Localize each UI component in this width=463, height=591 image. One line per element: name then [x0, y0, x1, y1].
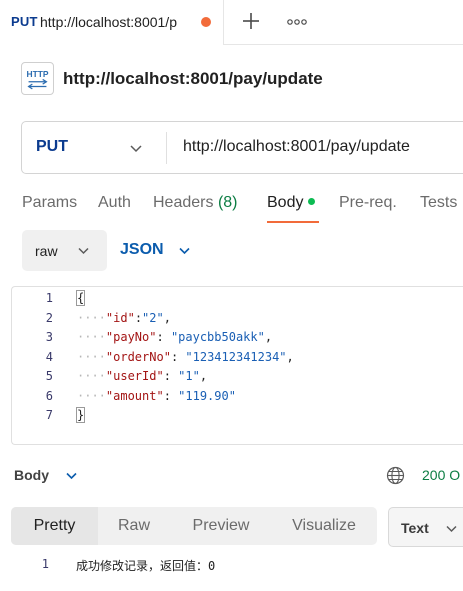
json-value: "2": [142, 311, 164, 325]
url-bar: PUT http://localhost:8001/pay/update: [21, 121, 463, 174]
json-key: "id": [105, 311, 135, 325]
json-value: "119.90": [178, 389, 236, 403]
headers-count: (8): [217, 194, 238, 211]
json-key: "amount": [105, 389, 164, 403]
line-number: 5: [45, 369, 53, 383]
line-number: 2: [45, 311, 53, 325]
json-key: "userId": [105, 369, 164, 383]
indent-guide: ····: [77, 369, 106, 383]
indent-guide: ····: [77, 389, 106, 403]
tab-prereq[interactable]: Pre-req.: [339, 194, 397, 212]
open-brace: {: [75, 290, 86, 306]
code-line: {: [75, 290, 86, 306]
response-title[interactable]: Body: [14, 467, 49, 483]
more-horizontal-icon[interactable]: [285, 15, 309, 29]
code-line: ····"id":"2",: [77, 311, 171, 325]
tab-method: PUT: [11, 14, 38, 29]
code-area[interactable]: { ····"id":"2", ····"payNo": "paycbb50ak…: [75, 287, 463, 444]
json-sep: :: [134, 311, 143, 325]
tab-raw[interactable]: Raw: [98, 507, 170, 545]
json-key: "orderNo": [105, 350, 171, 364]
request-title[interactable]: http://localhost:8001/pay/update: [63, 69, 323, 89]
divider: [166, 132, 167, 164]
status-code[interactable]: 200 O: [422, 467, 460, 483]
language-label: JSON: [120, 241, 164, 258]
body-mode-label: raw: [35, 243, 58, 259]
json-key: "payNo": [105, 330, 157, 344]
code-line: }: [75, 407, 86, 423]
tab-url: http://localhost:8001/p: [40, 14, 177, 30]
url-input[interactable]: http://localhost:8001/pay/update: [183, 138, 410, 156]
line-gutter: 1 2 3 4 5 6 7: [12, 287, 64, 444]
line-number: 6: [45, 389, 53, 403]
json-value: "123412341234": [185, 350, 287, 364]
line-number: 3: [45, 330, 53, 344]
tab-body[interactable]: Body: [267, 194, 316, 212]
indent-guide: ····: [77, 330, 106, 344]
active-tab-underline: [267, 221, 319, 223]
json-sep: :: [163, 369, 179, 383]
indent-guide: ····: [77, 311, 106, 325]
tab-visualize[interactable]: Visualize: [275, 507, 373, 545]
tab-tests[interactable]: Tests: [420, 194, 457, 212]
close-brace: }: [75, 407, 86, 423]
json-comma: ,: [163, 311, 171, 325]
tab-preview[interactable]: Preview: [176, 507, 266, 545]
tab-headers[interactable]: Headers (8): [153, 194, 238, 212]
tab-pretty[interactable]: Pretty: [11, 507, 98, 545]
chevron-down-icon: [446, 525, 457, 533]
globe-icon[interactable]: [386, 466, 405, 485]
code-line: ····"userId": "1",: [77, 369, 207, 383]
request-tab[interactable]: PUT http://localhost:8001/p: [0, 0, 224, 45]
tab-params[interactable]: Params: [22, 194, 77, 212]
chevron-down-icon: [179, 247, 190, 255]
code-line: ····"amount": "119.90": [77, 389, 236, 403]
tab-bar: PUT http://localhost:8001/p: [0, 0, 463, 45]
method-select[interactable]: PUT: [22, 122, 167, 173]
format-label: Text: [401, 520, 429, 536]
code-line: ····"payNo": "paycbb50akk",: [77, 330, 272, 344]
body-editor[interactable]: 1 2 3 4 5 6 7 { ····"id":"2", ····"payNo…: [11, 286, 463, 445]
json-value: "paycbb50akk": [170, 330, 265, 344]
method-label: PUT: [36, 138, 68, 155]
chevron-down-icon: [130, 145, 142, 153]
svg-text:HTTP: HTTP: [26, 69, 48, 79]
json-comma: ,: [199, 369, 208, 383]
line-number: 7: [45, 408, 53, 422]
body-mode-select[interactable]: raw: [22, 230, 107, 271]
body-indicator-dot-icon: [308, 198, 316, 205]
tab-auth[interactable]: Auth: [98, 194, 131, 212]
json-sep: :: [156, 330, 171, 344]
response-line-number: 1: [41, 557, 49, 571]
line-number: 1: [45, 291, 53, 305]
response-body-text[interactable]: 成功修改记录，返回值：0: [76, 557, 215, 574]
json-comma: ,: [286, 350, 294, 364]
json-value: "1": [178, 369, 200, 383]
tab-body-label: Body: [267, 194, 304, 211]
chevron-down-icon[interactable]: [65, 469, 78, 482]
request-tabs: Params Auth Headers (8) Body Pre-req. Te…: [0, 190, 463, 226]
format-select[interactable]: Text: [388, 507, 463, 547]
code-line: ····"orderNo": "123412341234",: [77, 350, 294, 364]
indent-guide: ····: [77, 350, 106, 364]
json-sep: :: [163, 389, 179, 403]
unsaved-dot-icon: [201, 17, 211, 27]
http-icon: HTTP: [21, 62, 54, 95]
tab-headers-label: Headers: [153, 194, 214, 211]
plus-icon[interactable]: [238, 8, 264, 34]
response-view-tabs: Pretty Raw Preview Visualize: [11, 507, 377, 545]
json-sep: :: [170, 350, 186, 364]
chevron-down-icon: [78, 247, 89, 255]
line-number: 4: [45, 350, 53, 364]
json-comma: ,: [264, 330, 273, 344]
